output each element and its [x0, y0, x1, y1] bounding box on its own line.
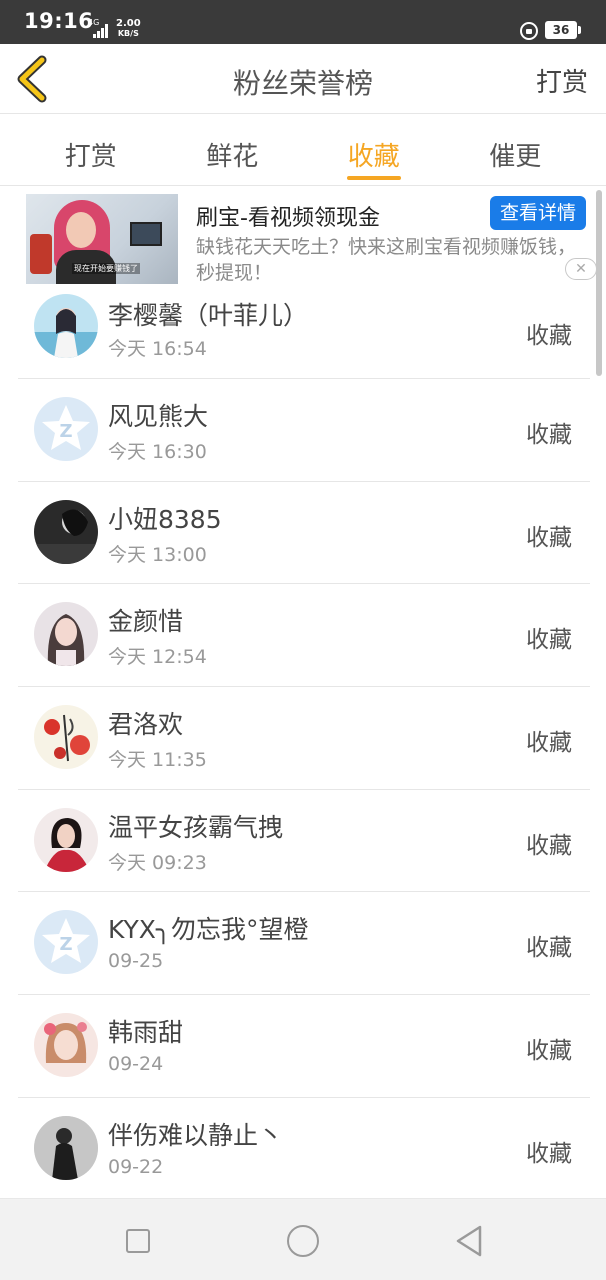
- avatar[interactable]: [34, 499, 98, 564]
- user-name: 伴伤难以静止丶: [108, 1120, 284, 1150]
- list-item[interactable]: Z 风见熊大 今天 16:30 收藏: [18, 379, 590, 482]
- avatar[interactable]: Z: [34, 397, 98, 461]
- list-item[interactable]: 韩雨甜 09-24 收藏: [18, 995, 590, 1098]
- avatar[interactable]: [34, 1115, 98, 1180]
- ad-description: 缺钱花天天吃土？快来这刷宝看视频赚饭钱，秒提现！: [196, 236, 577, 284]
- action-label: 收藏: [526, 1038, 572, 1065]
- timestamp: 今天 13:00: [108, 543, 207, 566]
- ad-thumb-caption: 现在开始要赚钱了: [72, 263, 140, 274]
- action-label: 收藏: [526, 627, 572, 654]
- scrollbar[interactable]: [596, 190, 602, 376]
- triangle-back-icon[interactable]: [455, 1224, 483, 1258]
- square-icon[interactable]: [126, 1229, 150, 1253]
- user-name: 小妞8385: [108, 504, 222, 534]
- avatar[interactable]: [34, 602, 98, 667]
- favorites-list: 李樱馨（叶菲儿） 今天 16:54 收藏 Z 风见熊大 今天 16:30 收藏 …: [18, 286, 590, 1201]
- battery-icon: 36: [545, 21, 581, 39]
- timestamp: 今天 16:54: [108, 338, 207, 360]
- action-label: 收藏: [526, 1140, 572, 1167]
- action-label: 收藏: [526, 323, 572, 349]
- navigation-bar: [0, 1198, 606, 1280]
- action-label: 收藏: [526, 730, 572, 757]
- rotation-lock-icon: [520, 22, 538, 40]
- list-item[interactable]: 小妞8385 今天 13:00 收藏: [18, 482, 590, 585]
- avatar[interactable]: [34, 705, 98, 770]
- speed-unit: KB/S: [117, 29, 139, 38]
- close-icon[interactable]: ✕: [565, 258, 597, 280]
- action-label: 收藏: [526, 524, 572, 551]
- timestamp: 今天 16:30: [108, 441, 207, 463]
- user-name: KYX╮勿忘我°望橙: [108, 915, 309, 945]
- list-item[interactable]: 金颜惜 今天 12:54 收藏: [18, 584, 590, 688]
- action-label: 收藏: [526, 935, 572, 962]
- ad-details-button[interactable]: 查看详情: [490, 196, 586, 230]
- list-item[interactable]: 伴伤难以静止丶 09-22 收藏: [18, 1098, 590, 1201]
- action-label: 收藏: [526, 422, 572, 448]
- timestamp: 今天 09:23: [108, 851, 207, 874]
- tab-urge[interactable]: 催更: [455, 114, 575, 185]
- avatar[interactable]: [34, 1013, 98, 1078]
- tab-bar: 打赏 鲜花 收藏 催更: [0, 114, 606, 186]
- user-name: 韩雨甜: [108, 1018, 184, 1048]
- timestamp: 09-25: [108, 950, 164, 973]
- user-name: 温平女孩霸气拽: [108, 812, 284, 842]
- signal-icon: [93, 22, 111, 38]
- tab-flowers[interactable]: 鲜花: [172, 114, 292, 185]
- list-item[interactable]: 李樱馨（叶菲儿） 今天 16:54 收藏: [18, 286, 590, 379]
- timestamp: 今天 12:54: [108, 646, 207, 669]
- user-name: 君洛欢: [108, 710, 184, 740]
- tab-reward[interactable]: 打赏: [31, 114, 151, 185]
- ad-thumbnail: 现在开始要赚钱了: [26, 194, 178, 284]
- header: 粉丝荣誉榜 打赏: [0, 44, 606, 114]
- list-item[interactable]: 温平女孩霸气拽 今天 09:23 收藏: [18, 790, 590, 893]
- tab-favorites[interactable]: 收藏: [314, 114, 434, 185]
- list-item[interactable]: Z KYX╮勿忘我°望橙 09-25 收藏: [18, 892, 590, 996]
- avatar[interactable]: [34, 807, 98, 872]
- timestamp: 09-24: [108, 1053, 164, 1076]
- circle-icon[interactable]: [287, 1225, 319, 1257]
- status-time: 19:16: [24, 9, 94, 33]
- user-name: 金颜惜: [108, 607, 184, 637]
- ad-title: 刷宝-看视频领现金: [196, 206, 380, 231]
- reward-button[interactable]: 打赏: [536, 62, 588, 99]
- timestamp: 今天 11:35: [108, 749, 207, 772]
- network-speed: 2.00 KB/S: [116, 19, 141, 39]
- svg-text:Z: Z: [59, 421, 72, 442]
- page-title: 粉丝荣誉榜: [232, 67, 373, 100]
- avatar[interactable]: [34, 294, 98, 358]
- user-name: 李樱馨（叶菲儿）: [108, 301, 309, 330]
- user-name: 风见熊大: [108, 402, 209, 431]
- status-bar: 19:16 4G 2.00 KB/S 36: [0, 0, 606, 44]
- ad-banner[interactable]: 现在开始要赚钱了 刷宝-看视频领现金 查看详情 缺钱花天天吃土？快来这刷宝看视频…: [0, 186, 596, 286]
- list-item[interactable]: 君洛欢 今天 11:35 收藏: [18, 687, 590, 790]
- timestamp: 09-22: [108, 1155, 164, 1178]
- avatar[interactable]: Z: [34, 910, 98, 975]
- action-label: 收藏: [526, 832, 572, 859]
- svg-text:Z: Z: [59, 934, 72, 955]
- speed-value: 2.00: [116, 18, 141, 29]
